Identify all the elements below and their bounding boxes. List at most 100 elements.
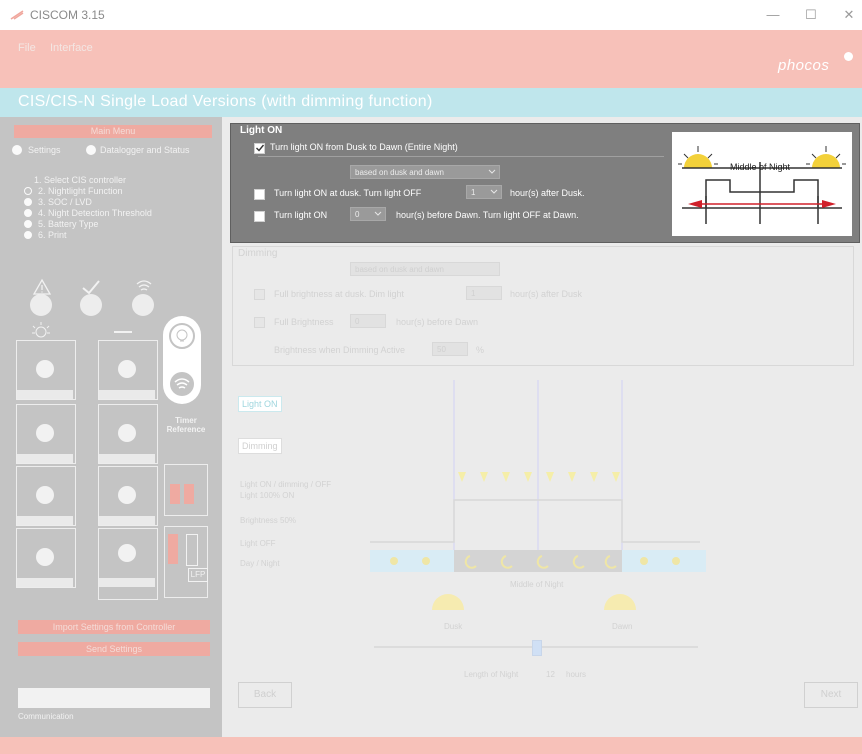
knob-right-3-dial[interactable] xyxy=(118,486,136,504)
dusk-hours-value: 1 xyxy=(471,188,476,197)
divider xyxy=(258,156,664,157)
dim-before-suffix: hour(s) before Dawn xyxy=(396,317,479,327)
light-on-tag: Light ON xyxy=(238,396,282,412)
knob-left-3-cap xyxy=(17,516,73,525)
menu-file[interactable]: File xyxy=(18,42,36,54)
knob-left-2-cap xyxy=(17,454,73,463)
main-menu-button[interactable]: Main Menu xyxy=(14,125,212,138)
knob-right-4-cap xyxy=(99,578,155,587)
checkmark-icon xyxy=(256,144,265,152)
bulb-selector-icon xyxy=(169,323,195,349)
datalogger-radio[interactable] xyxy=(86,145,96,155)
row-off-label: Light OFF xyxy=(240,539,276,548)
dip-switch-1[interactable] xyxy=(170,484,180,504)
page-title: CIS/CIS-N Single Load Versions (with dim… xyxy=(18,93,433,110)
knob-left-1-cap xyxy=(17,390,73,399)
based-on-dropdown[interactable]: based on dusk and dawn xyxy=(350,165,500,179)
maximize-button[interactable]: ☐ xyxy=(796,4,826,26)
dip-switch-2[interactable] xyxy=(184,484,194,504)
app-header xyxy=(0,30,862,88)
night-diagram-graphic xyxy=(678,146,846,224)
dim-based-on-value: based on dusk and dawn xyxy=(355,265,444,274)
step-4[interactable]: 4. Night Detection Threshold xyxy=(38,208,152,218)
dusk-off-suffix: hour(s) after Dusk. xyxy=(510,188,585,198)
length-value: 12 xyxy=(546,670,555,679)
before-dawn-label: Turn light ON xyxy=(274,210,328,220)
step-2[interactable]: 2. Nightlight Function xyxy=(38,186,123,196)
dim-light-icon xyxy=(114,331,132,333)
knob-right-2-cap xyxy=(99,454,155,463)
step-1[interactable]: 1. Select CIS controller xyxy=(34,175,126,185)
dawn-caption: Dawn xyxy=(612,622,633,631)
battery-switch-2[interactable] xyxy=(186,534,198,566)
knob-right-2-dial[interactable] xyxy=(118,424,136,442)
step-6[interactable]: 6. Print xyxy=(38,230,67,240)
dimming-legend: Dimming xyxy=(238,248,278,259)
step-6-radio[interactable] xyxy=(24,231,32,239)
status-lamp-ok xyxy=(80,294,102,316)
send-settings-button[interactable]: Send Settings xyxy=(18,642,210,656)
dusk-caption: Dusk xyxy=(444,622,463,631)
knob-left-1-dial[interactable] xyxy=(36,360,54,378)
chevron-down-icon xyxy=(488,169,496,174)
knob-left-4-dial[interactable] xyxy=(36,548,54,566)
status-lamp-warning xyxy=(30,294,52,316)
dim-full-suffix: hour(s) after Dusk xyxy=(510,289,583,299)
entire-night-label: Turn light ON from Dusk to Dawn (Entire … xyxy=(270,142,458,152)
dim-full-value: 1 xyxy=(471,289,476,298)
night-length-slider-thumb[interactable] xyxy=(532,640,542,656)
based-on-value: based on dusk and dawn xyxy=(355,168,444,177)
window-title: CISCOM 3.15 xyxy=(30,8,105,22)
step-5-radio[interactable] xyxy=(24,220,32,228)
dim-full-label: Full brightness at dusk. Dim light xyxy=(274,289,405,299)
dim-full-checkbox[interactable] xyxy=(254,289,265,300)
middle-night-caption: Middle of Night xyxy=(510,580,564,589)
dimming-tag: Dimming xyxy=(238,438,282,454)
dim-before-checkbox[interactable] xyxy=(254,317,265,328)
status-footer xyxy=(0,737,862,754)
knob-right-1-cap xyxy=(99,390,155,399)
dim-full-dropdown[interactable]: 1 xyxy=(466,286,502,300)
brightness-label: Brightness when Dimming Active xyxy=(274,345,406,355)
back-button[interactable]: Back xyxy=(238,682,292,708)
step-3[interactable]: 3. SOC / LVD xyxy=(38,197,92,207)
knob-left-2-dial[interactable] xyxy=(36,424,54,442)
timer-reference-label: Timer Reference xyxy=(166,416,206,434)
middle-of-night-label: Middle of Night xyxy=(730,162,791,172)
menu-interface[interactable]: Interface xyxy=(50,42,93,54)
phocos-logo: phocos xyxy=(778,57,830,74)
next-button[interactable]: Next xyxy=(804,682,858,708)
chevron-down-icon xyxy=(374,211,382,216)
step-2-radio[interactable] xyxy=(24,187,32,195)
knob-left-3-dial[interactable] xyxy=(36,486,54,504)
datalogger-label: Datalogger and Status xyxy=(100,145,190,155)
length-unit: hours xyxy=(566,670,587,679)
brightness-unit: % xyxy=(476,345,485,355)
before-dawn-suffix: hour(s) before Dawn. Turn light OFF at D… xyxy=(396,210,579,220)
minimize-button[interactable]: — xyxy=(758,4,788,26)
step-4-radio[interactable] xyxy=(24,209,32,217)
dusk-off-checkbox[interactable] xyxy=(254,189,265,200)
knob-right-1-dial[interactable] xyxy=(118,360,136,378)
wifi-selector-icon xyxy=(170,372,194,396)
knob-left-4-cap xyxy=(17,578,73,587)
knob-right-4-dial[interactable] xyxy=(118,544,136,562)
battery-switch-1[interactable] xyxy=(168,534,178,564)
brightness-dropdown[interactable]: 50 xyxy=(432,342,468,356)
dim-based-on-dropdown[interactable]: based on dusk and dawn xyxy=(350,262,500,276)
step-3-radio[interactable] xyxy=(24,198,32,206)
settings-radio[interactable] xyxy=(12,145,22,155)
logo-dot-icon xyxy=(844,52,853,61)
step-5[interactable]: 5. Battery Type xyxy=(38,219,98,229)
dim-before-value: 0 xyxy=(355,317,360,326)
communication-label: Communication xyxy=(18,712,74,721)
wifi-icon xyxy=(136,280,152,291)
before-dawn-checkbox[interactable] xyxy=(254,211,265,222)
app-icon xyxy=(10,10,24,20)
close-button[interactable]: ✕ xyxy=(834,4,862,26)
brightness-value: 50 xyxy=(437,345,446,354)
dim-before-dropdown[interactable]: 0 xyxy=(350,314,386,328)
import-settings-button[interactable]: Import Settings from Controller xyxy=(18,620,210,634)
length-label: Length of Night xyxy=(464,670,519,679)
knob-right-4[interactable] xyxy=(98,528,158,600)
